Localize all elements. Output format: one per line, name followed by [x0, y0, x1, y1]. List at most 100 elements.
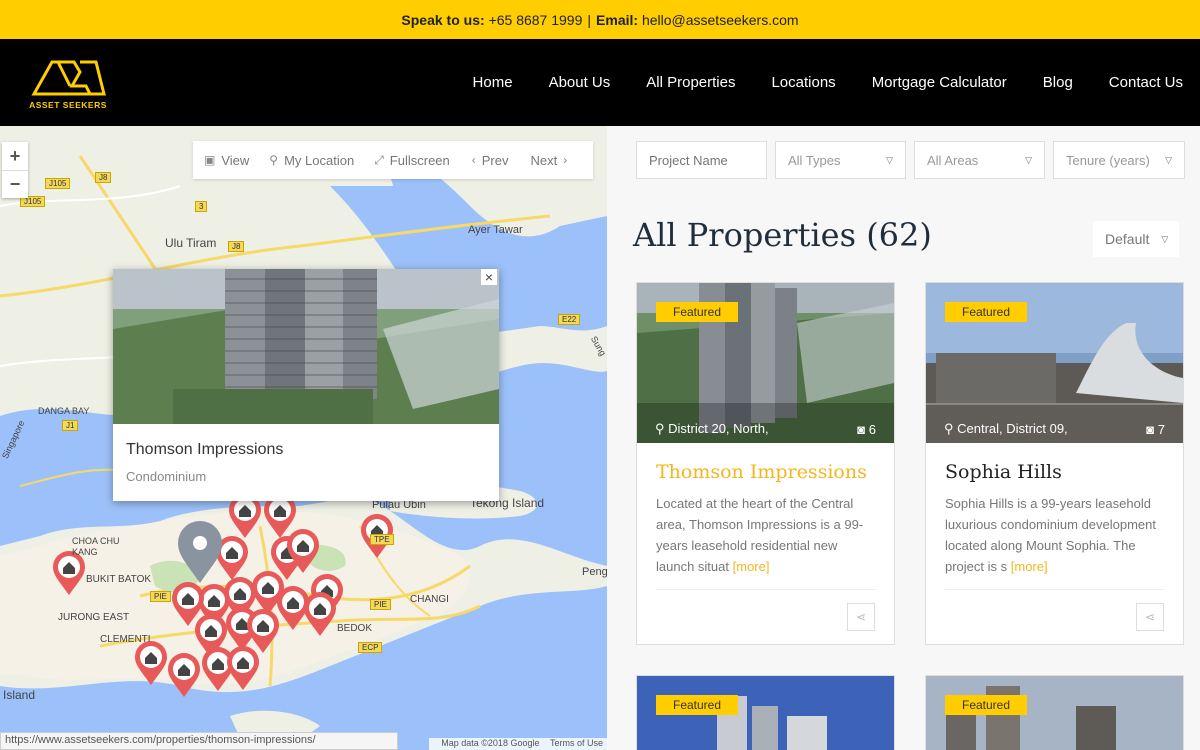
- zoom-control: + −: [2, 142, 28, 198]
- photo-count-value: 6: [868, 422, 876, 437]
- road-label: J1: [62, 420, 79, 431]
- chevron-down-icon: ▽: [886, 154, 893, 165]
- map-label-peng: Peng: [582, 566, 607, 578]
- property-card[interactable]: Featured ⚲ District 20, North, ◙ 6 Thoms…: [636, 282, 895, 645]
- tenure-select-value: Tenure (years): [1066, 152, 1150, 168]
- property-title[interactable]: Sophia Hills: [945, 461, 1062, 483]
- divider: [656, 589, 876, 590]
- logo-mark-icon: [31, 60, 106, 96]
- brand-name: ASSET SEEKERS: [29, 100, 107, 110]
- map-attribution: Map data ©2018 Google Terms of Use: [429, 738, 607, 750]
- nav-home[interactable]: Home: [473, 74, 513, 91]
- read-more-link[interactable]: [more]: [733, 559, 770, 574]
- share-icon: ⋖: [855, 610, 867, 624]
- pin-icon: ⚲: [269, 153, 279, 167]
- featured-badge: Featured: [656, 695, 739, 715]
- popup-close-button[interactable]: ×: [481, 269, 497, 285]
- tenure-select[interactable]: Tenure (years) ▽: [1053, 141, 1185, 179]
- page-title: All Properties (62): [633, 216, 932, 254]
- property-map[interactable]: Ulu Tiram Ayer Tawar DANGA BAY CHOA CHU …: [0, 126, 607, 750]
- read-more-link[interactable]: [more]: [1011, 559, 1048, 574]
- map-label-jurong-east: JURONG EAST: [58, 612, 130, 623]
- road-label: PIE: [370, 599, 391, 610]
- pin-icon: ⚲: [944, 421, 958, 436]
- expand-icon: ⤢: [374, 152, 384, 167]
- map-label-bukit-batok: BUKIT BATOK: [86, 574, 152, 585]
- sort-select-value: Default: [1105, 231, 1150, 247]
- area-select[interactable]: All Areas ▽: [914, 141, 1045, 179]
- property-card[interactable]: Featured: [636, 675, 895, 750]
- next-label: Next: [530, 152, 558, 168]
- property-description: Located at the heart of the Central area…: [656, 493, 878, 577]
- fullscreen-button[interactable]: ⤢ Fullscreen: [374, 153, 450, 168]
- chevron-right-icon: ›: [563, 153, 568, 167]
- map-toolbar: ▣ View ⚲ My Location ⤢ Fullscreen ‹ Prev Nex…: [193, 141, 593, 179]
- share-button[interactable]: ⋖: [1136, 603, 1164, 631]
- road-label: J105: [45, 178, 71, 189]
- nav-locations[interactable]: Locations: [771, 74, 835, 91]
- photo-count: ◙ 7: [1146, 422, 1165, 437]
- property-image[interactable]: Featured ⚲ Central, District 09, ◙ 7: [926, 283, 1183, 443]
- status-url: https://www.assetseekers.com/properties/…: [0, 732, 398, 750]
- zoom-in-button[interactable]: +: [2, 142, 28, 170]
- divider: [945, 589, 1165, 590]
- map-label-ayer-tawar: Ayer Tawar: [468, 224, 523, 236]
- popup-type: Condominium: [126, 469, 207, 484]
- photo-count-value: 7: [1157, 422, 1165, 437]
- pin-icon: ⚲: [655, 421, 669, 436]
- terms-link[interactable]: Terms of Use: [550, 738, 603, 748]
- speak-label: Speak to us:: [401, 11, 485, 28]
- my-location-button[interactable]: ⚲ My Location: [269, 153, 354, 168]
- phone-link[interactable]: +65 8687 1999: [489, 12, 583, 28]
- prev-button[interactable]: ‹ Prev: [472, 153, 509, 168]
- property-image[interactable]: Featured ⚲ District 20, North, ◙ 6: [637, 283, 894, 443]
- road-label: E22: [558, 314, 581, 325]
- nav-mortgage-calculator[interactable]: Mortgage Calculator: [872, 74, 1007, 91]
- nav-contact-us[interactable]: Contact Us: [1109, 74, 1183, 91]
- map-label-ulu-tiram: Ulu Tiram: [165, 236, 217, 250]
- property-title[interactable]: Thomson Impressions: [656, 461, 867, 483]
- next-button[interactable]: Next ›: [531, 153, 568, 168]
- property-card[interactable]: Featured ⚲ Central, District 09, ◙ 7 Sop…: [925, 282, 1184, 645]
- project-name-input[interactable]: [636, 141, 767, 179]
- popup-property-image[interactable]: ×: [113, 269, 499, 424]
- prev-label: Prev: [481, 152, 509, 168]
- map-label-bedok: BEDOK: [337, 623, 373, 634]
- property-description: Sophia Hills is a 99-years leasehold lux…: [945, 493, 1167, 577]
- sort-select[interactable]: Default ▽: [1093, 221, 1179, 257]
- zoom-out-button[interactable]: −: [2, 170, 28, 198]
- location-text: Central, District 09,: [957, 421, 1068, 436]
- nav-blog[interactable]: Blog: [1043, 74, 1073, 91]
- chevron-down-icon: ▽: [1165, 154, 1172, 165]
- type-select[interactable]: All Types ▽: [775, 141, 906, 179]
- property-image[interactable]: Featured: [637, 676, 894, 750]
- my-location-label: My Location: [284, 152, 355, 168]
- main-header: ASSET SEEKERS Home About Us All Properti…: [0, 39, 1200, 126]
- building-photo: [113, 269, 499, 424]
- property-image[interactable]: Featured: [926, 676, 1183, 750]
- nav-all-properties[interactable]: All Properties: [646, 74, 735, 91]
- map-label-clementi: CLEMENTI: [100, 634, 151, 645]
- property-location: ⚲ District 20, North,: [655, 421, 769, 437]
- image-icon: ▣: [204, 153, 216, 167]
- map-label-danga-bay: DANGA BAY: [38, 406, 90, 416]
- nav-about-us[interactable]: About Us: [549, 74, 611, 91]
- map-info-popup[interactable]: × Thomson Impressions Condominium: [113, 269, 499, 501]
- contact-bar: Speak to us: +65 8687 1999 | Email: hell…: [0, 0, 1200, 39]
- popup-title[interactable]: Thomson Impressions: [126, 441, 283, 459]
- property-card[interactable]: Featured: [925, 675, 1184, 750]
- view-button[interactable]: ▣ View: [204, 153, 249, 168]
- featured-badge: Featured: [656, 302, 739, 322]
- camera-icon: ◙: [857, 422, 869, 437]
- view-label: View: [221, 152, 250, 168]
- email-label: Email:: [596, 11, 639, 28]
- email-link[interactable]: hello@assetseekers.com: [642, 12, 799, 28]
- chevron-down-icon: ▽: [1161, 233, 1169, 244]
- search-filters: All Types ▽ All Areas ▽ Tenure (years) ▽: [636, 141, 1185, 179]
- map-label-choa-chu-kang: CHOA CHU KANG: [72, 536, 120, 557]
- brand-logo[interactable]: ASSET SEEKERS: [28, 56, 108, 112]
- location-text: District 20, North,: [668, 421, 769, 436]
- camera-icon: ◙: [1146, 422, 1158, 437]
- share-button[interactable]: ⋖: [847, 603, 875, 631]
- area-select-value: All Areas: [927, 152, 979, 168]
